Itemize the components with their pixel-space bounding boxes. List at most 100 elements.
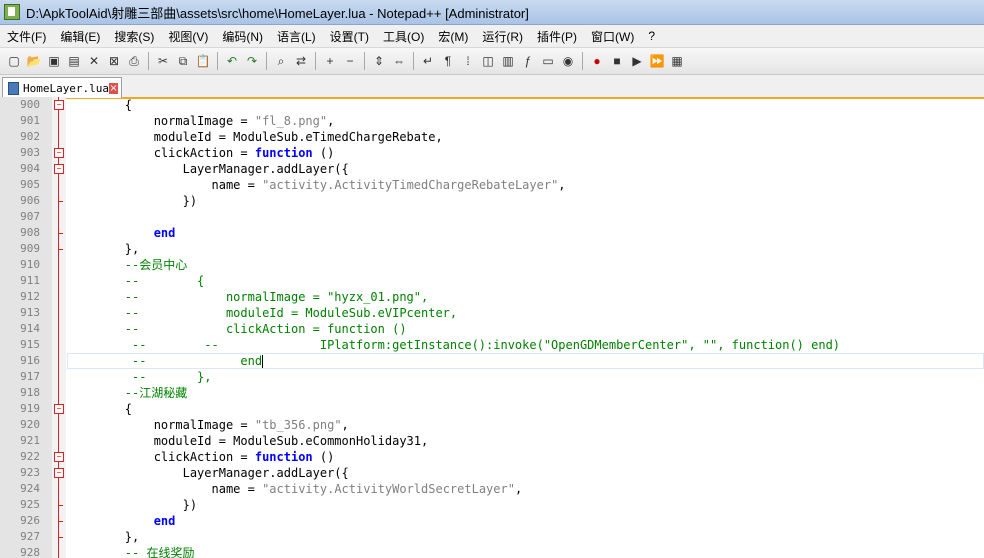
code-line[interactable]: 918 --江湖秘藏 — [20, 385, 984, 401]
replace-icon[interactable]: ⇄ — [293, 53, 309, 69]
play-macro-icon[interactable]: ▶ — [629, 53, 645, 69]
fold-toggle-icon[interactable]: − — [54, 148, 64, 158]
code-line[interactable]: 924 name = "activity.ActivityWorldSecret… — [20, 481, 984, 497]
print-icon[interactable]: ⎙ — [126, 53, 142, 69]
toolbar: ▢ 📂 ▣ ▤ ✕ ⊠ ⎙ ✂ ⧉ 📋 ↶ ↷ ⌕ ⇄ + − ⇕ ⇔ ↵ ¶ ⁞ ◫ ▥ ƒ ▭ ◉ ● ■ ▶ ⏩ ▦ — [0, 48, 984, 75]
show-all-chars-icon[interactable]: ¶ — [440, 53, 456, 69]
run-macro-multiple-icon[interactable]: ⏩ — [649, 53, 665, 69]
code-line[interactable]: 916 -- end — [20, 353, 984, 369]
monitor-icon[interactable]: ◉ — [560, 53, 576, 69]
code-line[interactable]: 923 − LayerManager.addLayer({ — [20, 465, 984, 481]
paste-icon[interactable]: 📋 — [195, 53, 211, 69]
code-line[interactable]: 925 }) — [20, 497, 984, 513]
line-number: 916 — [20, 354, 40, 367]
code-line[interactable]: 906 }) — [20, 193, 984, 209]
menu-item-6[interactable]: 设置(T) — [323, 28, 376, 45]
redo-icon[interactable]: ↷ — [244, 53, 260, 69]
code-token: LayerManager.addLayer({ — [67, 162, 349, 176]
menu-item-4[interactable]: 编码(N) — [215, 28, 270, 45]
menu-item-8[interactable]: 宏(M) — [431, 28, 475, 45]
menu-item-5[interactable]: 语言(L) — [270, 28, 323, 45]
menu-item-11[interactable]: 窗口(W) — [584, 28, 641, 45]
find-icon[interactable]: ⌕ — [273, 53, 289, 69]
fold-toggle-icon[interactable]: − — [54, 468, 64, 478]
menu-item-9[interactable]: 运行(R) — [475, 28, 530, 45]
code-line[interactable]: 901 normalImage = "fl_8.png", — [20, 113, 984, 129]
undo-icon[interactable]: ↶ — [224, 53, 240, 69]
tab-homelayer[interactable]: HomeLayer.lua × — [2, 77, 122, 98]
code-line[interactable]: 919 − { — [20, 401, 984, 417]
fold-toggle-icon[interactable]: − — [54, 100, 64, 110]
code-line[interactable]: 914 -- clickAction = function () — [20, 321, 984, 337]
menu-bar: 文件(F) 编辑(E) 搜索(S) 视图(V) 编码(N) 语言(L) 设置(T) 工具(O)… — [0, 25, 984, 48]
close-tab-icon[interactable]: × — [109, 82, 118, 94]
code-line[interactable]: 920 normalImage = "tb_356.png", — [20, 417, 984, 433]
menu-item-10[interactable]: 插件(P) — [530, 28, 584, 45]
code-token: --会员中心 — [67, 258, 188, 272]
fold-toggle-icon[interactable]: − — [54, 164, 64, 174]
code-line[interactable]: 911 -- { — [20, 273, 984, 289]
stop-macro-icon[interactable]: ■ — [609, 53, 625, 69]
code-token: function — [254, 450, 313, 464]
save-macro-icon[interactable]: ▦ — [669, 53, 685, 69]
copy-icon[interactable]: ⧉ — [175, 53, 191, 69]
code-line[interactable]: 903 − clickAction = function () — [20, 145, 984, 161]
sync-h-icon[interactable]: ⇔ — [391, 53, 407, 69]
zoom-in-icon[interactable]: + — [322, 53, 338, 69]
code-line[interactable]: 908 end — [20, 225, 984, 241]
menu-item-7[interactable]: 工具(O) — [376, 28, 431, 45]
close-all-icon[interactable]: ⊠ — [106, 53, 122, 69]
line-number: 925 — [20, 498, 40, 511]
close-icon[interactable]: ✕ — [86, 53, 102, 69]
code-token: -- clickAction = function () — [67, 322, 407, 336]
zoom-out-icon[interactable]: − — [342, 53, 358, 69]
code-line[interactable]: 900 − { — [20, 97, 984, 113]
menu-item-12[interactable]: ? — [641, 29, 662, 43]
code-line[interactable]: 922 − clickAction = function () — [20, 449, 984, 465]
menu-item-3[interactable]: 视图(V) — [161, 28, 215, 45]
code-line[interactable]: 915 -- -- IPlatform:getInstance():invoke… — [20, 337, 984, 353]
new-file-icon[interactable]: ▢ — [6, 53, 22, 69]
save-icon[interactable]: ▣ — [46, 53, 62, 69]
line-number: 918 — [20, 386, 40, 399]
folder-icon[interactable]: ▭ — [540, 53, 556, 69]
indent-guide-icon[interactable]: ⁞ — [460, 53, 476, 69]
cut-icon[interactable]: ✂ — [155, 53, 171, 69]
code-line[interactable]: 904 − LayerManager.addLayer({ — [20, 161, 984, 177]
user-lang-icon[interactable]: ◫ — [480, 53, 496, 69]
code-line[interactable]: 905 name = "activity.ActivityTimedCharge… — [20, 177, 984, 193]
function-list-icon[interactable]: ƒ — [520, 53, 536, 69]
sync-v-icon[interactable]: ⇕ — [371, 53, 387, 69]
doc-map-icon[interactable]: ▥ — [500, 53, 516, 69]
save-all-icon[interactable]: ▤ — [66, 53, 82, 69]
menu-item-1[interactable]: 编辑(E) — [53, 28, 107, 45]
code-line[interactable]: 926 end — [20, 513, 984, 529]
wrap-icon[interactable]: ↵ — [420, 53, 436, 69]
code-token: }) — [67, 194, 198, 208]
code-line[interactable]: 921 moduleId = ModuleSub.eCommonHoliday3… — [20, 433, 984, 449]
saved-file-icon — [8, 81, 19, 95]
code-line[interactable]: 909 }, — [20, 241, 984, 257]
code-line[interactable]: 928 -- 在线奖励 — [20, 545, 984, 558]
code-line[interactable]: 913 -- moduleId = ModuleSub.eVIPcenter, — [20, 305, 984, 321]
code-editor[interactable]: 900− {901 normalImage = "fl_8.png", 902 m… — [0, 97, 984, 558]
fold-toggle-icon[interactable]: − — [54, 404, 64, 414]
code-line[interactable]: 907 — [20, 209, 984, 225]
code-area[interactable]: 900− {901 normalImage = "fl_8.png", 902 m… — [20, 97, 984, 558]
menu-item-0[interactable]: 文件(F) — [0, 28, 53, 45]
fold-toggle-icon[interactable]: − — [54, 452, 64, 462]
code-token: { — [67, 402, 133, 416]
menu-item-2[interactable]: 搜索(S) — [107, 28, 161, 45]
code-token: , — [514, 482, 523, 496]
code-line[interactable]: 927 }, — [20, 529, 984, 545]
toolbar-separator — [582, 52, 583, 70]
code-line[interactable]: 912 -- normalImage = "hyzx_01.png", — [20, 289, 984, 305]
code-line[interactable]: 902 moduleId = ModuleSub.eTimedChargeReb… — [20, 129, 984, 145]
code-token: end — [153, 226, 176, 240]
line-number: 905 — [20, 178, 40, 191]
code-line[interactable]: 917 -- }, — [20, 369, 984, 385]
record-macro-icon[interactable]: ● — [589, 53, 605, 69]
code-line[interactable]: 910 --会员中心 — [20, 257, 984, 273]
open-file-icon[interactable]: 📂 — [26, 53, 42, 69]
line-number: 923 — [20, 466, 40, 479]
